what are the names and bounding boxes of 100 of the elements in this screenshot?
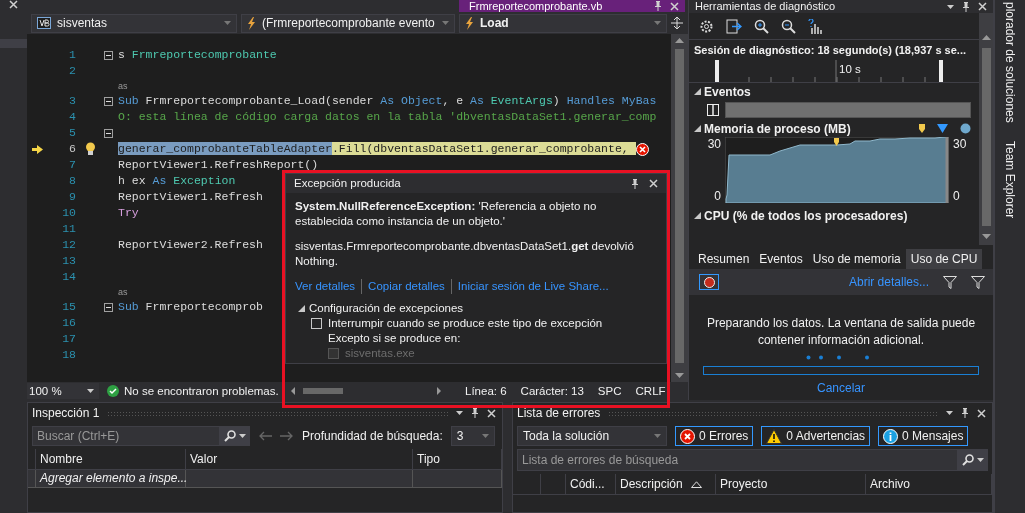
close-icon[interactable] [649, 179, 658, 188]
link[interactable]: Abrir detalles... [848, 275, 929, 289]
pin-icon[interactable] [471, 408, 479, 418]
ruler-label: 10 s [839, 63, 861, 75]
line-number: 17 [61, 331, 77, 347]
filter-icon[interactable] [971, 275, 985, 289]
vb-file-icon [37, 17, 51, 29]
caret-icon[interactable] [947, 4, 954, 9]
side-tab[interactable]: Team Explorer [1003, 138, 1017, 221]
scroll-up-arrow-icon[interactable] [675, 38, 684, 43]
scroll-down-arrow-icon[interactable] [981, 234, 991, 239]
codelens-text: as [118, 287, 128, 297]
pin-icon[interactable] [654, 1, 662, 11]
caret-icon[interactable] [946, 411, 953, 415]
depth-label: Profundidad de búsqueda: [302, 429, 443, 443]
section-header: Memoria de proceso (MB) [704, 121, 851, 136]
caret-icon[interactable] [456, 411, 463, 415]
dropdown[interactable]: sisventas [31, 13, 237, 33]
tab[interactable]: Resumen [693, 249, 755, 269]
close-tab-icon[interactable] [670, 1, 679, 11]
search-icon[interactable] [962, 454, 974, 466]
search-options-button[interactable] [220, 426, 250, 446]
table-row[interactable]: Agregar elemento a inspe... [28, 470, 502, 488]
record-button[interactable] [699, 274, 719, 290]
vertical-scrollbar[interactable] [979, 13, 993, 245]
dropdown[interactable]: (Frmreportecomprobante evento [241, 13, 455, 33]
close-icon[interactable] [487, 408, 496, 418]
panel-title: Herramientas de diagnóstico [695, 0, 837, 13]
column-header[interactable]: Valor [186, 449, 413, 469]
collapse-icon[interactable] [103, 50, 113, 60]
caret-icon[interactable] [87, 389, 94, 393]
search-options-button[interactable] [958, 449, 988, 471]
document-tab[interactable]: Frmreportecomprobante.vb [459, 0, 685, 12]
forward-arrow-icon[interactable] [280, 431, 294, 441]
pin-icon[interactable] [961, 408, 969, 418]
tab[interactable]: Uso de CPU [905, 249, 983, 269]
expanded-triangle-icon[interactable] [694, 212, 701, 219]
column-header[interactable]: Tipo [413, 449, 502, 469]
close-icon[interactable] [978, 2, 987, 11]
caret-icon[interactable] [239, 434, 246, 438]
expanded-triangle-icon[interactable] [298, 305, 305, 312]
warning-icon [766, 428, 783, 444]
filter-toggle[interactable]: 0 Mensajes [878, 426, 969, 446]
exception-detail: sisventas.Frmreportecomprobante.dbventasDataSet1.get devolvió Nothing. [295, 239, 635, 269]
axis-label: 0 [713, 189, 721, 203]
column-header[interactable]: Proyecto [716, 474, 866, 494]
split-view-icon[interactable] [671, 17, 683, 29]
column-header[interactable]: Nombre [36, 449, 186, 469]
column-header[interactable]: Códi... [566, 474, 616, 494]
column-header[interactable]: Descripción [616, 474, 716, 494]
panel-title: Inspección 1 [32, 406, 100, 420]
search-field[interactable]: Buscar (Ctrl+E) [32, 426, 220, 446]
scope-dropdown[interactable]: Toda la solución [517, 426, 667, 446]
side-tab[interactable]: plorador de soluciones [1003, 0, 1017, 125]
filter-toggle[interactable]: 0 Advertencias [761, 426, 871, 446]
snapshot-marker-icon [919, 124, 925, 133]
tab[interactable]: Uso de memoria [807, 249, 906, 269]
chart-help-icon[interactable] [808, 18, 823, 34]
close-icon[interactable] [977, 408, 986, 418]
filter-toggle[interactable]: 0 Errores [675, 426, 754, 446]
collapse-icon[interactable] [103, 128, 113, 138]
dropdown[interactable]: Load [459, 13, 667, 33]
link[interactable]: Cancelar [817, 381, 865, 395]
caret-icon[interactable] [977, 458, 984, 462]
expanded-triangle-icon[interactable] [694, 88, 701, 95]
back-arrow-icon[interactable] [258, 431, 272, 441]
line-number: 1 [68, 47, 77, 63]
tab[interactable]: Eventos [754, 249, 808, 269]
filter-icon[interactable] [943, 275, 957, 289]
column-header[interactable]: Archivo [866, 474, 992, 494]
settings-icon[interactable] [699, 18, 714, 34]
link[interactable]: Ver detalles [295, 279, 362, 294]
link[interactable]: Iniciar sesión de Live Share... [450, 279, 615, 294]
code-line: ReportViewer1.RefreshReport() [118, 157, 319, 173]
popup-title: Excepción producida [294, 176, 402, 191]
zoom-in-icon[interactable] [754, 18, 769, 34]
pin-icon[interactable] [962, 1, 970, 12]
depth-dropdown[interactable]: 3 [450, 426, 495, 446]
pause-icon[interactable] [707, 104, 719, 116]
vertical-scrollbar[interactable] [671, 34, 688, 382]
collapse-icon[interactable] [103, 96, 113, 106]
expanded-triangle-icon[interactable] [694, 125, 701, 132]
section-header: CPU (% de todos los procesadores) [704, 208, 908, 223]
scroll-up-arrow-icon[interactable] [981, 35, 991, 40]
line-number: 13 [61, 253, 77, 269]
close-icon[interactable] [9, 0, 18, 9]
line-number: 18 [61, 347, 77, 363]
link[interactable]: Copiar detalles [361, 279, 451, 294]
lightbulb-icon[interactable] [84, 142, 96, 156]
scroll-down-arrow-icon[interactable] [675, 373, 684, 378]
collapse-icon[interactable] [103, 302, 113, 312]
line-number: 3 [68, 93, 77, 109]
pin-icon[interactable] [631, 178, 639, 189]
zoom-dropdown[interactable]: 100 % [27, 383, 99, 399]
code-line: Sub Frmreportecomprobante_Load(sender As Object, e As EventArgs) Handles MyBas [118, 93, 657, 109]
export-icon[interactable] [726, 18, 742, 34]
status-message: No se encontraron problemas. [124, 385, 279, 397]
search-field[interactable]: Lista de errores de búsqueda [517, 449, 958, 471]
zoom-out-icon[interactable] [781, 18, 796, 34]
search-icon[interactable] [224, 430, 236, 442]
